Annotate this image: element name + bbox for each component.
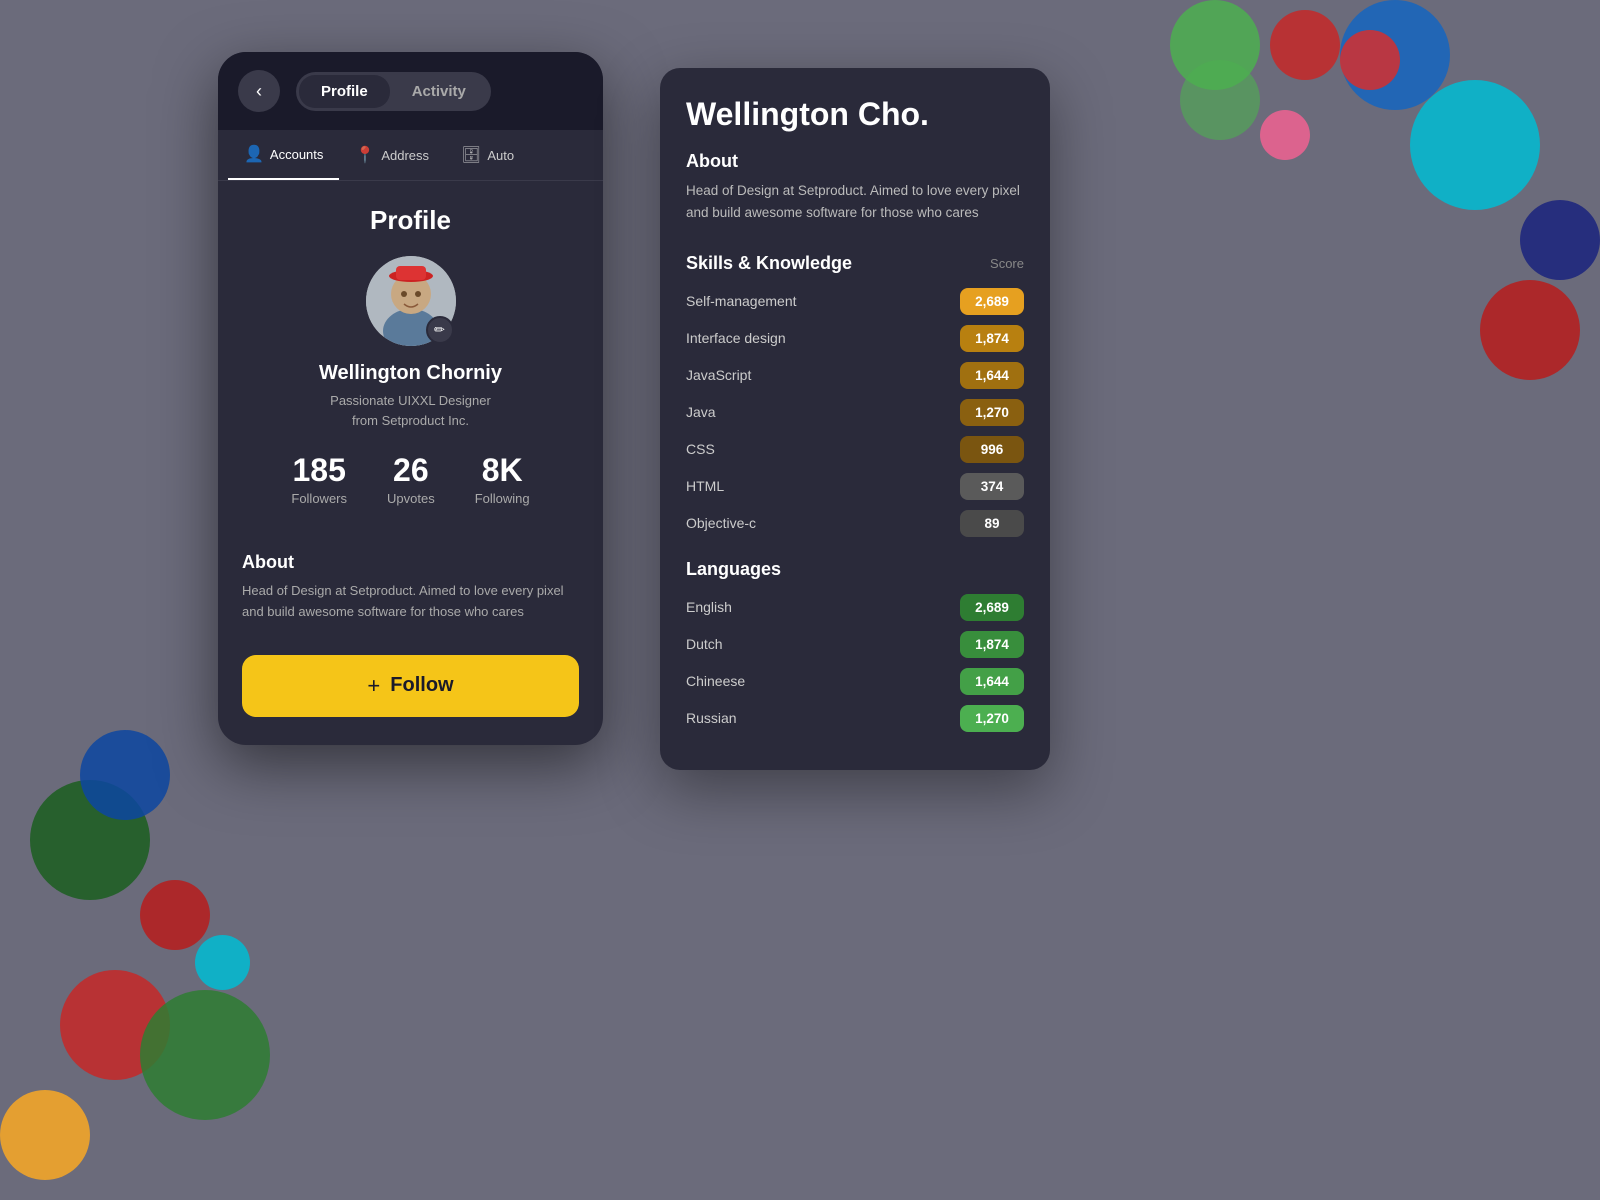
skill-name: JavaScript	[686, 367, 816, 383]
back-button[interactable]: ‹	[238, 70, 280, 112]
nav-tab-auto-label: Auto	[487, 148, 514, 163]
skill-score: 1,874	[960, 325, 1024, 352]
skill-score: 996	[960, 436, 1024, 463]
skill-bar: 996	[816, 436, 1024, 463]
nav-tab-accounts-label: Accounts	[270, 147, 323, 162]
skill-score: 1,270	[960, 399, 1024, 426]
language-row: Russian 1,270	[686, 705, 1024, 732]
skills-header: Skills & Knowledge Score	[686, 253, 1024, 274]
skill-row: CSS 996	[686, 436, 1024, 463]
follow-label: Follow	[390, 674, 453, 697]
followers-count: 185	[291, 452, 347, 489]
skill-row: JavaScript 1,644	[686, 362, 1024, 389]
skill-score: 374	[960, 473, 1024, 500]
skill-bar: 374	[816, 473, 1024, 500]
languages-title: Languages	[686, 559, 1024, 580]
language-score: 1,270	[960, 705, 1024, 732]
language-row: Dutch 1,874	[686, 631, 1024, 658]
auto-icon: 🗄	[461, 145, 481, 165]
panel-username: Wellington Cho.	[686, 96, 1024, 133]
skill-score: 89	[960, 510, 1024, 537]
about-title: About	[242, 552, 579, 573]
skill-bar: 1,270	[816, 399, 1024, 426]
followers-label: Followers	[291, 491, 347, 506]
panel-about-title: About	[686, 151, 1024, 172]
skill-name: Java	[686, 404, 816, 420]
skill-row: Self-management 2,689	[686, 288, 1024, 315]
right-panel: Wellington Cho. About Head of Design at …	[660, 68, 1050, 770]
skill-bar: 1,874	[816, 325, 1024, 352]
profile-name: Wellington Chorniy	[242, 362, 579, 385]
skill-score: 2,689	[960, 288, 1024, 315]
skills-list: Self-management 2,689 Interface design 1…	[686, 288, 1024, 537]
skill-row: Objective-c 89	[686, 510, 1024, 537]
avatar-wrap: ✏	[366, 256, 456, 346]
phone-header: ‹ Profile Activity	[218, 52, 603, 130]
skill-bar: 2,689	[816, 288, 1024, 315]
tab-profile[interactable]: Profile	[299, 75, 390, 108]
skill-score: 1,644	[960, 362, 1024, 389]
language-row: English 2,689	[686, 594, 1024, 621]
language-row: Chineese 1,644	[686, 668, 1024, 695]
following-label: Following	[475, 491, 530, 506]
following-count: 8K	[475, 452, 530, 489]
score-label: Score	[990, 256, 1024, 271]
skill-name: HTML	[686, 478, 816, 494]
skill-row: Java 1,270	[686, 399, 1024, 426]
stat-upvotes: 26 Upvotes	[387, 452, 435, 506]
skill-name: Objective-c	[686, 515, 816, 531]
stat-followers: 185 Followers	[291, 452, 347, 506]
about-section: About Head of Design at Setproduct. Aime…	[218, 552, 603, 643]
follow-plus-icon: +	[367, 673, 380, 699]
tab-group: Profile Activity	[296, 72, 491, 111]
skill-row: Interface design 1,874	[686, 325, 1024, 352]
back-icon: ‹	[256, 81, 262, 102]
skill-bar: 1,644	[816, 362, 1024, 389]
skill-name: CSS	[686, 441, 816, 457]
skill-name: Self-management	[686, 293, 816, 309]
accounts-icon: 👤	[244, 144, 264, 164]
upvotes-label: Upvotes	[387, 491, 435, 506]
languages-section: Languages English 2,689 Dutch 1,874 Chin…	[686, 559, 1024, 732]
language-score: 1,874	[960, 631, 1024, 658]
nav-tab-address[interactable]: 📍 Address	[339, 130, 445, 180]
panel-about-text: Head of Design at Setproduct. Aimed to l…	[686, 180, 1024, 225]
nav-tab-auto[interactable]: 🗄 Auto	[445, 130, 530, 180]
stats-row: 185 Followers 26 Upvotes 8K Following	[242, 452, 579, 506]
skill-bar: 89	[816, 510, 1024, 537]
about-text: Head of Design at Setproduct. Aimed to l…	[242, 581, 579, 623]
language-name: Chineese	[686, 673, 786, 689]
nav-tabs: 👤 Accounts 📍 Address 🗄 Auto	[218, 130, 603, 181]
profile-section: Profile	[218, 181, 603, 552]
follow-button[interactable]: + Follow	[242, 655, 579, 717]
skills-title: Skills & Knowledge	[686, 253, 852, 274]
tab-activity[interactable]: Activity	[390, 75, 488, 108]
nav-tab-accounts[interactable]: 👤 Accounts	[228, 130, 339, 180]
profile-bio: Passionate UIXXL Designer from Setproduc…	[242, 391, 579, 430]
language-name: Dutch	[686, 636, 786, 652]
skill-row: HTML 374	[686, 473, 1024, 500]
language-name: Russian	[686, 710, 786, 726]
address-icon: 📍	[355, 145, 375, 165]
upvotes-count: 26	[387, 452, 435, 489]
edit-icon: ✏	[434, 322, 445, 338]
stat-following: 8K Following	[475, 452, 530, 506]
nav-tab-address-label: Address	[381, 148, 429, 163]
skill-name: Interface design	[686, 330, 816, 346]
phone-card: ‹ Profile Activity 👤 Accounts 📍 Address …	[218, 52, 603, 745]
languages-list: English 2,689 Dutch 1,874 Chineese 1,644…	[686, 594, 1024, 732]
language-name: English	[686, 599, 786, 615]
language-score: 2,689	[960, 594, 1024, 621]
edit-avatar-button[interactable]: ✏	[426, 316, 454, 344]
profile-title: Profile	[242, 205, 579, 236]
language-score: 1,644	[960, 668, 1024, 695]
